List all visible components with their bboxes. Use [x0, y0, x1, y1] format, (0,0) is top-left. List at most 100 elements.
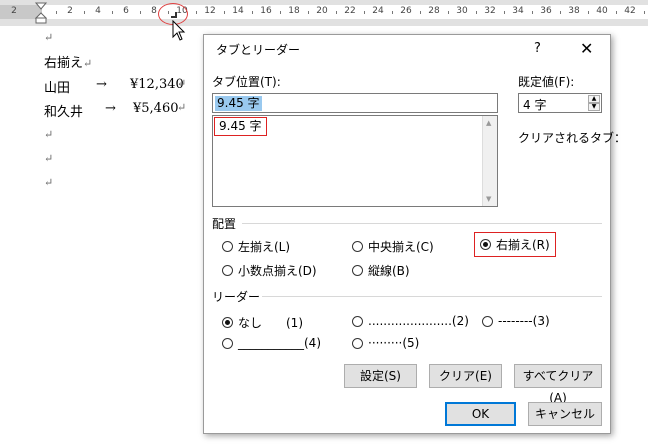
stepper-down-icon[interactable]: ▼ — [588, 103, 600, 111]
right-tab-stop-icon[interactable] — [171, 12, 177, 18]
ruler-tick-label: 40 — [596, 6, 608, 16]
ruler-tick-mark — [196, 11, 197, 14]
ruler-tick-label: 12 — [204, 6, 216, 16]
radio-leader-underline[interactable]: ___________(4) — [222, 336, 321, 350]
ruler-tick-mark — [280, 11, 281, 14]
radio-label: 小数点揃え(D) — [238, 264, 317, 278]
radio-align-center[interactable]: 中央揃え(C) — [352, 238, 434, 255]
ruler-tick-label: 18 — [288, 6, 300, 16]
ruler-tick-mark — [56, 11, 57, 14]
ok-button[interactable]: OK — [445, 402, 516, 426]
amount-text: ¥12,340 — [130, 77, 184, 92]
ruler-tick-mark — [224, 11, 225, 14]
ruler-tick-label: 42 — [624, 6, 636, 16]
paragraph-mark: ↵ — [177, 101, 187, 114]
ruler-tick-label: 30 — [456, 6, 468, 16]
radio-leader-dots[interactable]: ......................(2) — [352, 314, 469, 328]
paragraph-mark: ↵ — [44, 31, 54, 44]
ruler-tick-mark — [504, 11, 505, 14]
ruler-tick-mark — [560, 11, 561, 14]
ruler-tick-mark — [588, 11, 589, 14]
radio-label: 右揃え(R) — [496, 238, 550, 252]
paragraph-mark: ↵ — [177, 77, 187, 90]
ruler-tick-mark — [392, 11, 393, 14]
radio-circle-icon — [222, 265, 233, 276]
ruler-tick-mark — [448, 11, 449, 14]
amount-text: ¥5,460 — [133, 101, 179, 116]
ruler-tick-mark — [644, 11, 645, 14]
leader-group-title: リーダー — [212, 290, 261, 304]
ruler-tick-mark — [112, 11, 113, 14]
ruler-tick-label: 20 — [316, 6, 328, 16]
close-icon[interactable]: ✕ — [580, 39, 593, 58]
radio-label: ......................(2) — [368, 314, 469, 328]
name-text: 和久井 — [44, 105, 84, 120]
ruler-tick-mark — [364, 11, 365, 14]
ruler-tick-mark — [616, 11, 617, 14]
clear-all-button[interactable]: すべてクリア(A) — [514, 364, 602, 405]
tab-list-scrollbar[interactable]: ▲ ▼ — [482, 116, 497, 206]
ruler-tick-mark — [140, 11, 141, 14]
set-button[interactable]: 設定(S) — [344, 364, 417, 388]
tab-position-value: 9.45 字 — [215, 96, 262, 111]
radio-align-left[interactable]: 左揃え(L) — [222, 238, 290, 255]
radio-leader-dashes[interactable]: --------(3) — [482, 314, 550, 328]
radio-label: ·········(5) — [368, 336, 420, 350]
paragraph-mark: ↵ — [44, 128, 54, 141]
radio-leader-none[interactable]: なし (1) — [222, 314, 303, 331]
radio-align-bar[interactable]: 縦線(B) — [352, 262, 410, 279]
scroll-up-icon[interactable]: ▲ — [486, 119, 491, 127]
tabs-dialog: タブとリーダー ? ✕ タブ位置(T): 9.45 字 9.45 字 ▲ ▼ 既… — [203, 34, 626, 434]
ruler-tick-mark — [420, 11, 421, 14]
radio-circle-icon — [352, 265, 363, 276]
radio-label: 縦線(B) — [368, 264, 410, 278]
ruler-tick-mark — [252, 11, 253, 14]
ruler-tick-label: 38 — [568, 6, 580, 16]
paragraph-mark: ↵ — [44, 176, 54, 189]
ruler-tick-label: 2 — [67, 6, 73, 16]
ruler-tick-label: 34 — [512, 6, 524, 16]
clear-button[interactable]: クリア(E) — [429, 364, 502, 388]
radio-align-right[interactable]: 右揃え(R) — [474, 232, 556, 257]
radio-label: なし (1) — [238, 316, 303, 330]
radio-circle-selected-icon — [222, 317, 233, 328]
alignment-group-title: 配置 — [212, 217, 237, 231]
ruler-tick-label: 26 — [400, 6, 412, 16]
radio-align-decimal[interactable]: 小数点揃え(D) — [222, 262, 317, 279]
tab-position-input[interactable]: 9.45 字 — [212, 93, 498, 113]
divider — [262, 296, 602, 297]
doc-line-yamada: 山田 → ¥12,340 ↵ — [44, 77, 186, 96]
radio-circle-icon — [352, 337, 363, 349]
name-text: 山田 — [44, 81, 71, 96]
ruler-tick-label: 16 — [260, 6, 272, 16]
ruler-tick-label: 6 — [123, 6, 129, 16]
default-tab-stepper[interactable]: 4 字 ▲ ▼ — [518, 93, 602, 113]
heading-text: 右揃え — [44, 56, 84, 71]
horizontal-ruler[interactable]: 2 2 4 6 8 10 12 14 16 18 20 22 24 26 28 30 32 34 36 38 40 42 — [0, 0, 648, 26]
radio-circle-icon — [222, 337, 233, 349]
ruler-tick-label: 2 — [11, 6, 17, 16]
tab-stop-list[interactable]: 9.45 字 ▲ ▼ — [212, 115, 498, 207]
ruler-tick-label: 28 — [428, 6, 440, 16]
paragraph-mark: ↵ — [83, 57, 93, 70]
help-icon[interactable]: ? — [534, 41, 541, 56]
tab-stop-list-item[interactable]: 9.45 字 — [214, 117, 267, 136]
divider — [242, 223, 602, 224]
ruler-tick-label: 22 — [344, 6, 356, 16]
radio-circle-icon — [482, 315, 493, 327]
stepper-up-icon[interactable]: ▲ — [588, 95, 600, 103]
ruler-tick-mark — [84, 11, 85, 14]
ruler-tick-mark — [532, 11, 533, 14]
ruler-tick-mark — [308, 11, 309, 14]
radio-circle-icon — [352, 241, 363, 252]
dialog-title: タブとリーダー — [216, 43, 301, 57]
scroll-down-icon[interactable]: ▼ — [486, 195, 491, 203]
tab-arrow-icon: → — [96, 77, 107, 92]
cancel-button[interactable]: キャンセル — [528, 402, 602, 426]
ruler-tick-label: 36 — [540, 6, 552, 16]
radio-leader-middle-dots[interactable]: ·········(5) — [352, 336, 419, 350]
tab-position-label: タブ位置(T): — [212, 75, 281, 89]
tab-arrow-icon: → — [105, 101, 116, 116]
radio-label: --------(3) — [498, 314, 550, 328]
indent-marker-icon[interactable] — [35, 2, 47, 24]
